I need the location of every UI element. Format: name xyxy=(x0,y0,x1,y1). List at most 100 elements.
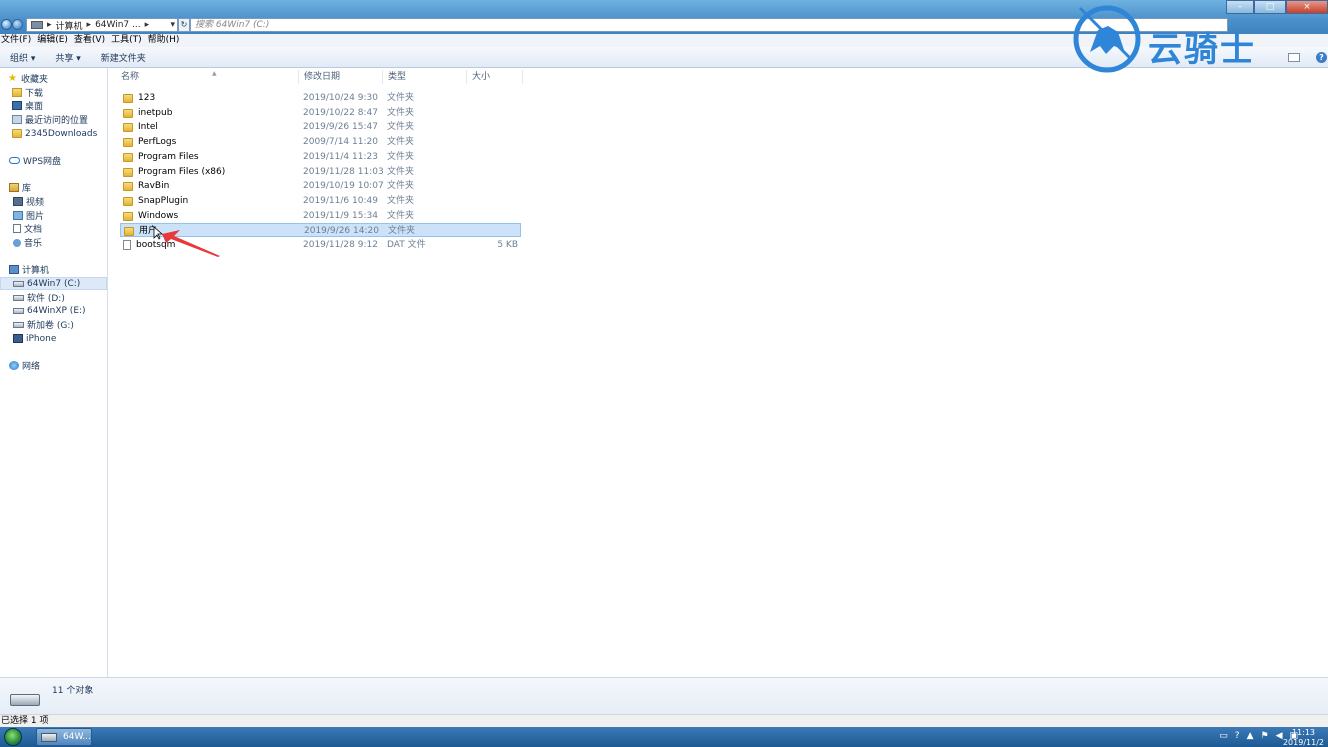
desktop-icon xyxy=(12,101,22,110)
menu-help[interactable]: 帮助(H) xyxy=(148,34,180,47)
keyboard-icon[interactable]: ▭ xyxy=(1219,731,1228,741)
computer-icon xyxy=(31,21,43,29)
nav-item-recent[interactable]: 最近访问的位置 xyxy=(12,113,119,126)
nav-label: 64Win7 (C:) xyxy=(27,278,81,289)
nav-label: 库 xyxy=(22,184,32,194)
refresh-button[interactable]: ↻ xyxy=(178,18,190,32)
share-button[interactable]: 共享 ▾ xyxy=(55,51,80,64)
nav-label: WPS网盘 xyxy=(23,157,62,167)
nav-label: 64WinXP (E:) xyxy=(27,305,86,316)
file-name: PerfLogs xyxy=(138,137,177,147)
nav-favorites[interactable]: ★ 收藏夹 xyxy=(8,72,115,86)
arrow-up-icon[interactable]: ▲ xyxy=(1247,731,1254,741)
nav-item-downloads[interactable]: 下载 xyxy=(12,86,119,99)
file-type: DAT 文件 xyxy=(387,240,426,250)
file-row[interactable]: PerfLogs 2009/7/14 11:20 文件夹 xyxy=(120,135,521,149)
nav-item-drive-e[interactable]: 64WinXP (E:) xyxy=(13,304,120,317)
menu-edit[interactable]: 编辑(E) xyxy=(37,34,68,47)
file-date: 2019/9/26 14:20 xyxy=(304,226,379,236)
menu-file[interactable]: 文件(F) xyxy=(1,34,31,47)
file-date: 2019/11/28 9:12 xyxy=(303,240,378,250)
drive-icon xyxy=(13,294,24,301)
music-icon xyxy=(13,238,21,247)
menu-tools[interactable]: 工具(T) xyxy=(111,34,142,47)
nav-wps-cloud[interactable]: WPS网盘 xyxy=(9,154,116,167)
file-date: 2019/10/22 8:47 xyxy=(303,108,378,118)
file-icon xyxy=(123,240,131,250)
file-date: 2019/9/26 15:47 xyxy=(303,122,378,132)
file-type: 文件夹 xyxy=(388,226,416,236)
status-bar: 已选择 1 项 xyxy=(0,714,1328,727)
nav-item-iphone[interactable]: iPhone xyxy=(13,332,120,345)
file-date: 2009/7/14 11:20 xyxy=(303,137,378,147)
file-type: 文件夹 xyxy=(387,93,415,103)
folder-icon xyxy=(123,196,133,206)
nav-library[interactable]: 库 xyxy=(9,181,116,194)
nav-item-pictures[interactable]: 图片 xyxy=(13,209,120,222)
nav-label: 下载 xyxy=(25,89,44,99)
start-button[interactable] xyxy=(4,728,22,746)
folder-icon xyxy=(12,129,22,138)
file-date: 2019/10/24 9:30 xyxy=(303,93,378,103)
folder-icon xyxy=(123,211,133,221)
folder-icon xyxy=(123,122,133,132)
nav-label: 收藏夹 xyxy=(21,75,49,85)
file-type: 文件夹 xyxy=(387,152,415,162)
nav-item-documents[interactable]: 文档 xyxy=(13,222,120,235)
taskbar-explorer-item[interactable]: 64W... xyxy=(36,728,92,746)
watermark: 云骑士 xyxy=(1070,2,1328,76)
file-list: 名称 ▲ 修改日期 类型 大小 123 2019/10/24 9:30 文件夹 … xyxy=(108,68,1328,677)
back-button[interactable] xyxy=(1,19,12,30)
details-pane: 11 个对象 xyxy=(0,677,1328,714)
folder-icon xyxy=(123,93,133,103)
volume-icon[interactable]: ◀ xyxy=(1276,731,1283,741)
nav-item-drive-c[interactable]: 64Win7 (C:) xyxy=(0,277,107,290)
help-icon[interactable]: ? xyxy=(1235,731,1240,741)
file-row[interactable]: inetpub 2019/10/22 8:47 文件夹 xyxy=(120,106,521,120)
breadcrumb-drive[interactable]: 64Win7 ... xyxy=(95,20,141,30)
navigation-pane: ★ 收藏夹 下载 桌面 最近访问的位置 2345Downloads WPS网盘 … xyxy=(0,68,108,677)
mouse-cursor-icon xyxy=(153,226,163,240)
video-icon xyxy=(13,197,23,206)
flag-icon[interactable]: ⚑ xyxy=(1260,731,1268,741)
folder-icon xyxy=(123,181,133,191)
nav-item-drive-d[interactable]: 软件 (D:) xyxy=(13,291,120,304)
file-row[interactable]: Program Files 2019/11/4 11:23 文件夹 xyxy=(120,150,521,164)
file-row[interactable]: Program Files (x86) 2019/11/28 11:03 文件夹 xyxy=(120,165,521,179)
forward-button[interactable] xyxy=(12,19,23,30)
clock[interactable]: 11:13 2019/11/2 xyxy=(1283,728,1324,747)
nav-item-videos[interactable]: 视频 xyxy=(13,195,120,208)
file-size: 5 KB xyxy=(497,240,518,250)
computer-icon xyxy=(9,265,19,274)
breadcrumb-computer[interactable]: 计算机 xyxy=(56,19,83,32)
column-header-name[interactable]: 名称 ▲ xyxy=(116,70,299,84)
file-date: 2019/10/19 10:07 xyxy=(303,181,384,191)
file-row[interactable]: Windows 2019/11/9 15:34 文件夹 xyxy=(120,209,521,223)
chevron-down-icon[interactable]: ▾ xyxy=(170,20,175,30)
menu-view[interactable]: 查看(V) xyxy=(74,34,105,47)
column-label: 名称 xyxy=(121,72,140,82)
folder-icon xyxy=(123,108,133,118)
address-bar[interactable]: ▸ 计算机 ▸ 64Win7 ... ▸ ▾ xyxy=(26,18,178,32)
nav-item-2345downloads[interactable]: 2345Downloads xyxy=(12,127,119,140)
phone-icon xyxy=(13,334,23,343)
new-folder-button[interactable]: 新建文件夹 xyxy=(101,51,146,64)
nav-item-music[interactable]: 音乐 xyxy=(13,236,120,249)
file-row[interactable]: 123 2019/10/24 9:30 文件夹 xyxy=(120,91,521,105)
column-header-type[interactable]: 类型 xyxy=(383,70,467,84)
network-icon xyxy=(9,361,19,370)
taskbar: 64W... ▭ ? ▲ ⚑ ◀ ▣ 11:13 2019/11/2 xyxy=(0,727,1328,747)
drive-icon xyxy=(13,307,24,314)
organize-button[interactable]: 组织 ▾ xyxy=(10,51,35,64)
nav-computer[interactable]: 计算机 xyxy=(9,263,116,276)
file-row[interactable]: Intel 2019/9/26 15:47 文件夹 xyxy=(120,120,521,134)
nav-item-drive-g[interactable]: 新加卷 (G:) xyxy=(13,318,120,331)
nav-network[interactable]: 网络 xyxy=(9,359,116,372)
file-type: 文件夹 xyxy=(387,196,415,206)
column-header-size[interactable]: 大小 xyxy=(467,70,523,84)
nav-item-desktop[interactable]: 桌面 xyxy=(12,99,119,112)
nav-label: 2345Downloads xyxy=(25,128,98,139)
file-row[interactable]: RavBin 2019/10/19 10:07 文件夹 xyxy=(120,179,521,193)
column-header-date[interactable]: 修改日期 xyxy=(299,70,383,84)
file-row[interactable]: SnapPlugin 2019/11/6 10:49 文件夹 xyxy=(120,194,521,208)
